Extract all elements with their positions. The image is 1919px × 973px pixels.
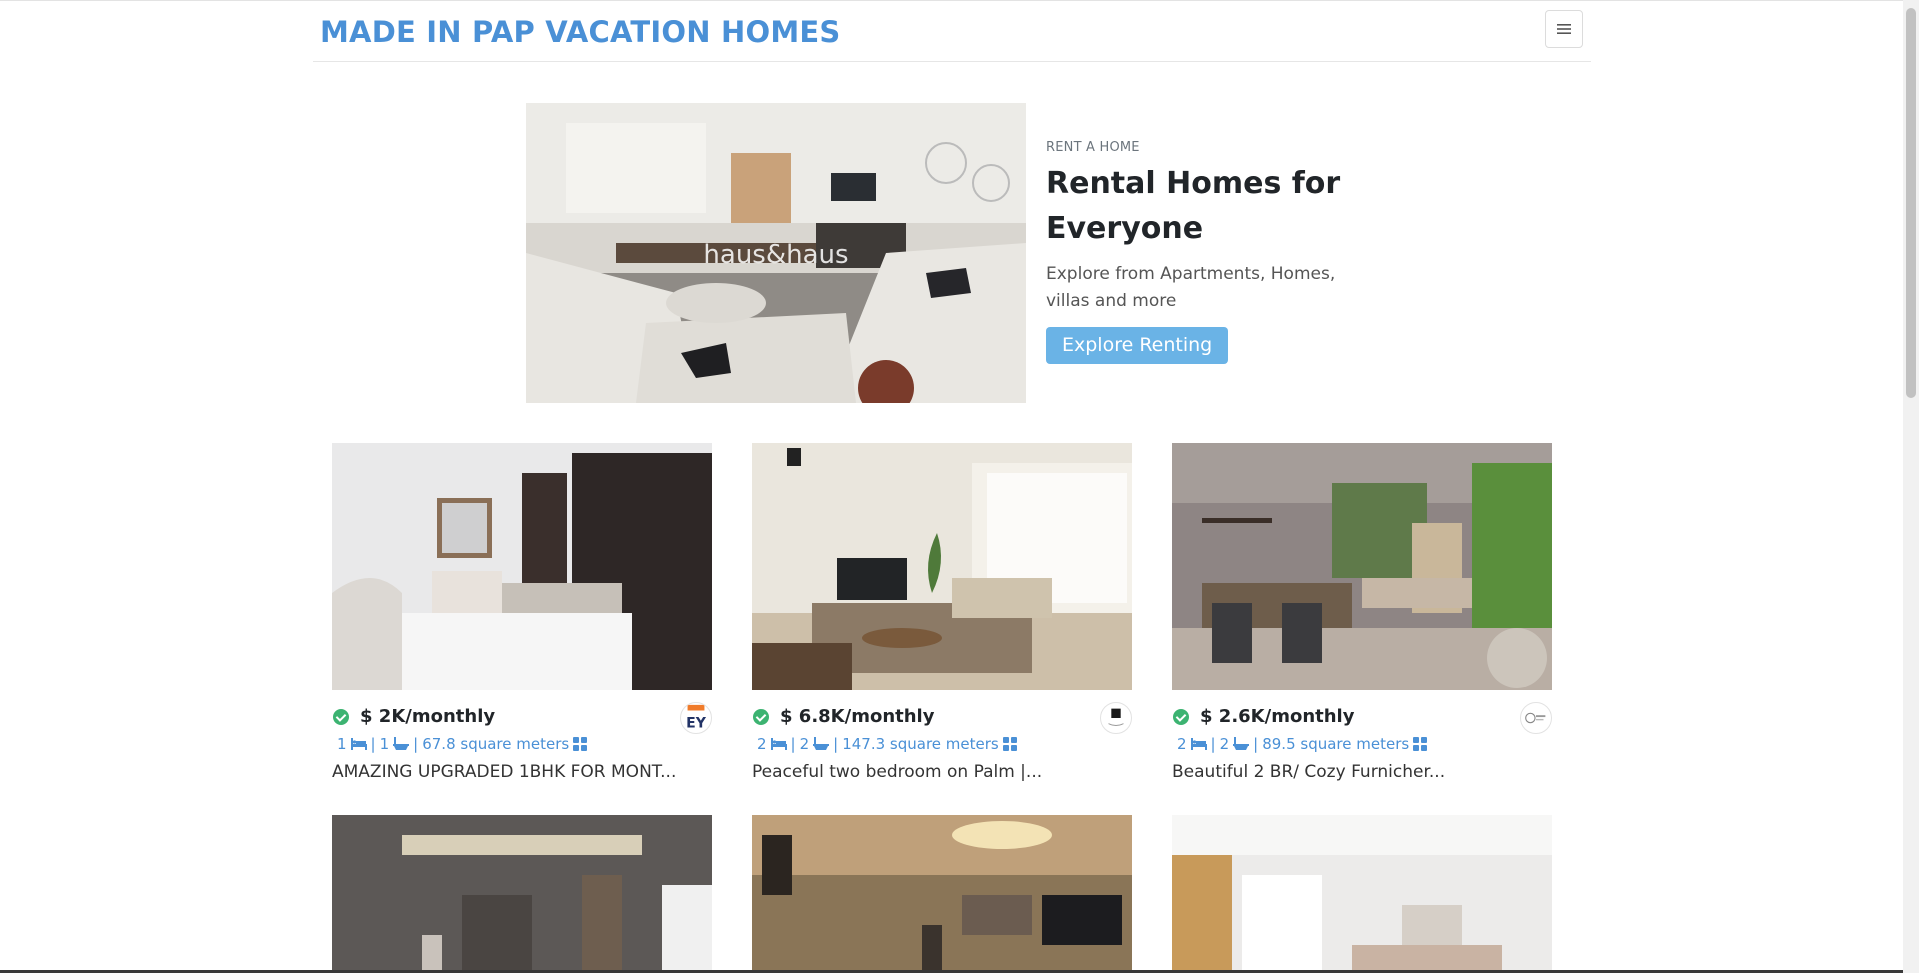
listing-price: $ 6.8K/monthly <box>780 706 935 727</box>
listing-price: $ 2K/monthly <box>360 706 496 727</box>
listing-title[interactable]: Peaceful two bedroom on Palm |... <box>752 762 1132 782</box>
listing-image[interactable] <box>1172 443 1552 690</box>
area-value: 147.3 square meters <box>842 735 999 753</box>
explore-renting-button[interactable]: Explore Renting <box>1046 327 1229 364</box>
scrollbar-thumb[interactable] <box>1906 8 1916 398</box>
beds-count: 2 <box>1177 735 1187 753</box>
spec-separator: | <box>413 735 419 753</box>
bed-icon <box>770 738 787 750</box>
agency-logo-text: EY <box>686 715 707 731</box>
check-circle-icon <box>1173 709 1189 725</box>
bath-icon <box>1233 737 1250 750</box>
grid-icon <box>1413 737 1428 751</box>
bed-icon <box>1190 738 1207 750</box>
check-circle-icon <box>333 709 349 725</box>
brand-logo[interactable]: MADE IN PAP VACATION HOMES <box>320 15 841 49</box>
bath-icon <box>813 737 830 750</box>
bath-icon <box>393 737 410 750</box>
spec-separator: | <box>370 735 376 753</box>
listing-specs: 2 | 2 | 89.5 square meters <box>1172 735 1552 753</box>
hero-watermark: haus&haus <box>703 240 848 270</box>
listing-specs: 1 | 1 | 67.8 square meters <box>332 735 712 753</box>
listing-card[interactable] <box>332 815 712 973</box>
listing-title[interactable]: AMAZING UPGRADED 1BHK FOR MONT... <box>332 762 712 782</box>
listing-image[interactable] <box>332 815 712 973</box>
agency-logo[interactable] <box>1100 702 1132 734</box>
menu-toggle-button[interactable] <box>1545 10 1583 48</box>
listing-card[interactable] <box>1172 815 1552 973</box>
listing-card[interactable]: $ 6.8K/monthly 2 | 2 | 147.3 square mete… <box>752 443 1132 782</box>
hero-eyebrow: RENT A HOME <box>1046 140 1140 155</box>
baths-count: 2 <box>799 735 810 753</box>
area-value: 67.8 square meters <box>422 735 570 753</box>
baths-count: 1 <box>379 735 390 753</box>
listing-specs: 2 | 2 | 147.3 square meters <box>752 735 1132 753</box>
spec-separator: | <box>790 735 796 753</box>
baths-count: 2 <box>1219 735 1230 753</box>
hero-title: Rental Homes for Everyone <box>1046 166 1341 246</box>
beds-count: 1 <box>337 735 347 753</box>
bed-icon <box>350 738 367 750</box>
listing-card[interactable] <box>752 815 1132 973</box>
hero-image: haus&haus <box>526 103 1026 403</box>
spec-separator: | <box>1253 735 1259 753</box>
listing-image[interactable] <box>1172 815 1552 973</box>
check-circle-icon <box>753 709 769 725</box>
navbar: MADE IN PAP VACATION HOMES <box>313 1 1591 62</box>
beds-count: 2 <box>757 735 767 753</box>
hamburger-icon <box>1557 24 1571 34</box>
agency-logo[interactable]: EY <box>680 702 712 734</box>
agency-logo[interactable] <box>1520 702 1552 734</box>
page-scrollbar[interactable] <box>1903 0 1919 973</box>
listing-image[interactable] <box>752 443 1132 690</box>
hero-text: RENT A HOME Rental Homes for Everyone Ex… <box>1046 140 1376 364</box>
listing-image[interactable] <box>332 443 712 690</box>
listing-card[interactable]: $ 2.6K/monthly 2 | 2 | 89.5 square meter… <box>1172 443 1552 782</box>
area-value: 89.5 square meters <box>1262 735 1410 753</box>
listing-card[interactable]: $ 2K/monthly EY 1 | 1 | 67.8 square mete… <box>332 443 712 782</box>
hero-description: Explore from Apartments, Homes, villas a… <box>1046 264 1336 311</box>
listing-title[interactable]: Beautiful 2 BR/ Cozy Furnicher... <box>1172 762 1552 782</box>
grid-icon <box>573 737 588 751</box>
spec-separator: | <box>833 735 839 753</box>
grid-icon <box>1002 737 1017 751</box>
listing-image[interactable] <box>752 815 1132 973</box>
spec-separator: | <box>1210 735 1216 753</box>
listing-price: $ 2.6K/monthly <box>1200 706 1355 727</box>
